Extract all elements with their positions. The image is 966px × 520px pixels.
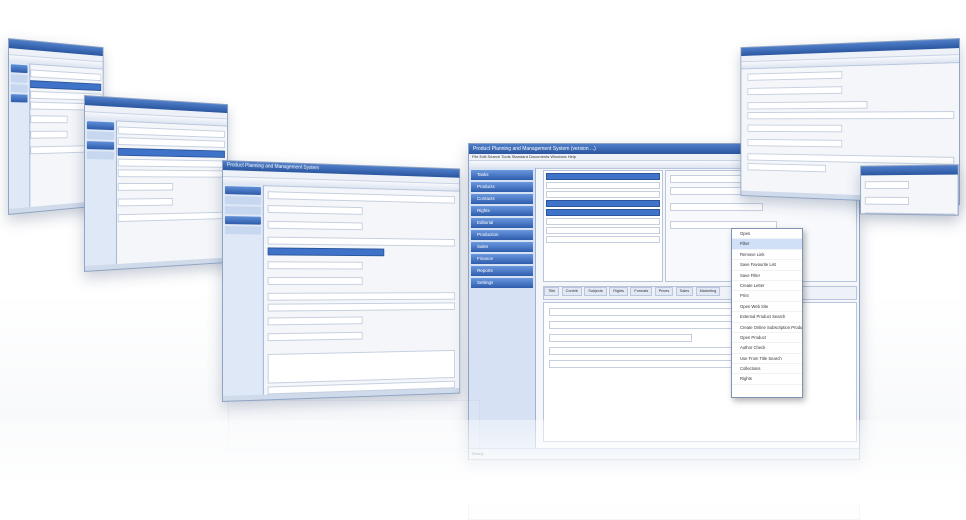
record-form[interactable] [543,302,858,442]
context-menu-item[interactable]: Open Product [732,333,802,344]
navigation-pane [222,184,265,401]
nav-section-tasks[interactable]: Tasks [471,170,534,180]
search-results-list[interactable] [543,170,664,282]
navigation-pane [84,119,117,271]
context-menu-item[interactable]: Create Letter [732,281,802,292]
content-area: Title Contrib Subjects Rights Formats Pr… [539,168,859,449]
context-menu-item[interactable]: Create Online Subscription Product [732,323,802,333]
content-area [117,123,225,265]
tab-subjects[interactable]: Subjects [584,287,607,296]
tab-marketing[interactable]: Marketing [695,287,721,296]
tab-contrib[interactable]: Contrib [561,287,582,296]
context-menu[interactable]: Open Filter Remove Link Save Favourite L… [731,228,803,398]
context-menu-item[interactable]: Print [732,291,802,302]
context-menu-item[interactable]: Use From Title Search [732,354,802,365]
reflection-center-window [228,400,480,452]
nav-section-sales[interactable]: Sales [471,242,534,252]
nav-section-editorial[interactable]: Editorial [471,218,534,228]
context-menu-item[interactable]: Collections [732,364,802,375]
navigation-pane [8,62,31,214]
context-menu-item[interactable]: Rights [732,374,802,385]
context-menu-item[interactable]: Remove Link [732,250,802,261]
nav-section-contacts[interactable]: Contacts [471,194,534,204]
nav-section-settings[interactable]: Settings [471,278,534,288]
content-area [268,188,455,395]
background-window-right-lower [860,164,959,216]
tab-title[interactable]: Title [544,287,560,296]
tab-sales[interactable]: Sales [675,287,694,296]
context-menu-item[interactable]: Save Favourite List [732,260,802,271]
reflection-main-window [468,458,860,520]
tab-rights[interactable]: Rights [609,287,628,296]
content-area [864,178,956,216]
record-tabs[interactable]: Title Contrib Subjects Rights Formats Pr… [543,286,858,300]
tab-prices[interactable]: Prices [654,287,674,296]
center-application-window: Product Planning and Management System [222,160,461,402]
context-menu-item[interactable]: External Product Search [732,312,802,323]
window-title-bar[interactable] [861,165,958,176]
nav-section-rights[interactable]: Rights [471,206,534,216]
context-menu-item[interactable]: Save Filter [732,271,802,281]
context-menu-item[interactable]: Open [732,229,802,240]
nav-section-production[interactable]: Production [471,230,534,240]
nav-section-reports[interactable]: Reports [471,266,534,276]
nav-section-finance[interactable]: Finance [471,254,534,264]
nav-section-products[interactable]: Products [471,182,534,192]
background-window-left [84,95,228,272]
tab-formats[interactable]: Formats [630,287,653,296]
context-menu-item[interactable]: Author Check [732,343,802,354]
context-menu-item[interactable]: Open Web Site [732,302,802,313]
context-menu-item[interactable]: Filter [732,239,802,250]
